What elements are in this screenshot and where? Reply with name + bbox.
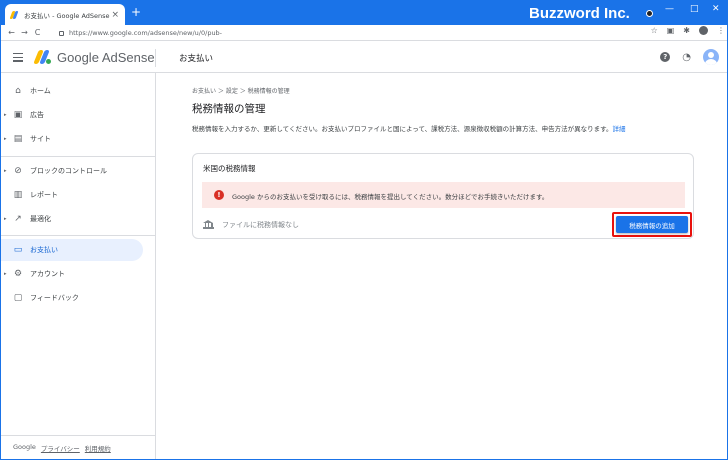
forward-button[interactable]: → — [18, 28, 31, 37]
tab-bar: お支払い - Google AdSense × + Buzzword Inc. … — [1, 1, 727, 25]
browser-tab[interactable]: お支払い - Google AdSense × — [5, 4, 125, 25]
url-field[interactable]: https://www.google.com/adsense/new/u/0/p… — [59, 27, 659, 39]
expand-arrow-icon: ▸ — [4, 112, 7, 118]
breadcrumb[interactable]: お支払い ＞ 設定 ＞ 税務情報の管理 — [192, 86, 290, 95]
add-tax-info-button[interactable]: 税務情報の追加 — [616, 216, 688, 233]
app-name: Google AdSense — [57, 50, 155, 65]
sidebar-divider — [1, 235, 156, 236]
menu-icon[interactable] — [13, 53, 23, 64]
sidebar-item-account[interactable]: ▸ ⚙ アカウント — [1, 263, 143, 285]
tax-info-card: 米国の税務情報 ! Google からのお支払いを受け取るには、税務情報を提出し… — [192, 153, 694, 239]
sidebar-item-block-controls[interactable]: ▸ ⊘ ブロックのコントロール — [1, 160, 143, 182]
learn-more-link[interactable]: 詳細 — [613, 125, 626, 133]
back-button[interactable]: ← — [5, 28, 18, 37]
browser-menu-icon[interactable]: ⋮ — [717, 26, 725, 35]
sidebar-item-label: アカウント — [30, 270, 65, 278]
expand-arrow-icon: ▸ — [4, 168, 7, 174]
bank-icon — [203, 220, 214, 229]
sidebar-item-label: レポート — [30, 191, 58, 199]
optimize-icon: ↗ — [14, 214, 22, 224]
sidebar: ⌂ ホーム ▸ ▣ 広告 ▸ ▤ サイト ▸ ⊘ ブロックのコントロール ▥ レ… — [1, 73, 156, 459]
maximize-button[interactable]: □ — [690, 4, 699, 14]
sidebar-item-label: ブロックのコントロール — [30, 167, 107, 175]
header-divider — [155, 49, 156, 67]
no-tax-file-text: ファイルに税務情報なし — [222, 221, 299, 229]
app-header: Google AdSense お支払い ? ◔ — [1, 41, 727, 73]
terms-link[interactable]: 利用規約 — [85, 443, 111, 453]
extension-icon[interactable]: ▣ — [667, 26, 675, 35]
adsense-favicon-icon — [9, 10, 19, 19]
adsense-logo-icon — [33, 50, 51, 64]
sidebar-item-label: サイト — [30, 135, 51, 143]
account-gear-icon: ⚙ — [13, 269, 23, 279]
ads-icon: ▣ — [13, 110, 23, 120]
page-description: 税務情報を入力するか、更新してください。お支払いプロファイルと国によって、課税方… — [192, 125, 692, 134]
lock-icon — [59, 30, 64, 36]
header-actions: ? ◔ — [660, 49, 719, 65]
sites-icon: ▤ — [13, 134, 23, 144]
sidebar-item-label: 広告 — [30, 111, 44, 119]
close-window-button[interactable]: ✕ — [712, 4, 720, 14]
minimize-button[interactable]: — — [665, 4, 674, 14]
alert-text: Google からのお支払いを受け取るには、税務情報を提出してください。数分ほど… — [232, 193, 549, 201]
payments-icon: ▭ — [13, 245, 23, 255]
main-content: お支払い ＞ 設定 ＞ 税務情報の管理 税務情報の管理 税務情報を入力するか、更… — [157, 73, 727, 459]
help-icon[interactable]: ? — [660, 52, 671, 62]
description-text: 税務情報を入力するか、更新してください。お支払いプロファイルと国によって、課税方… — [192, 125, 613, 133]
tab-title: お支払い - Google AdSense — [24, 11, 110, 20]
home-icon: ⌂ — [15, 86, 21, 96]
star-icon[interactable]: ☆ — [651, 26, 658, 35]
expand-arrow-icon: ▸ — [4, 136, 7, 142]
report-icon: ▥ — [13, 190, 23, 200]
address-bar: ← → C https://www.google.com/adsense/new… — [1, 25, 727, 41]
error-icon: ! — [214, 190, 224, 200]
notifications-icon[interactable]: ◔ — [682, 52, 691, 63]
sidebar-item-feedback[interactable]: ▢ フィードバック — [1, 287, 143, 309]
sidebar-item-label: お支払い — [30, 246, 58, 254]
feedback-icon: ▢ — [13, 293, 23, 303]
sidebar-divider — [1, 156, 156, 157]
watermark-text: Buzzword Inc. — [529, 5, 630, 22]
tab-close-icon[interactable]: × — [111, 10, 119, 20]
new-tab-button[interactable]: + — [131, 6, 141, 18]
card-title: 米国の税務情報 — [203, 164, 256, 173]
sidebar-item-sites[interactable]: ▸ ▤ サイト — [1, 128, 143, 150]
sidebar-item-reports[interactable]: ▥ レポート — [1, 184, 143, 206]
url-text: https://www.google.com/adsense/new/u/0/p… — [69, 29, 223, 37]
footer-google: Google — [13, 443, 36, 451]
sidebar-item-ads[interactable]: ▸ ▣ 広告 — [1, 104, 143, 126]
tax-alert-banner: ! Google からのお支払いを受け取るには、税務情報を提出してください。数分… — [202, 182, 685, 208]
sidebar-item-optimization[interactable]: ▸ ↗ 最適化 — [1, 208, 143, 230]
sidebar-item-label: ホーム — [30, 87, 51, 95]
puzzle-icon[interactable]: ✱ — [683, 26, 690, 35]
sidebar-item-payments[interactable]: ▭ お支払い — [1, 239, 143, 261]
browser-window: お支払い - Google AdSense × + Buzzword Inc. … — [0, 0, 728, 460]
browser-profile-icon[interactable] — [699, 26, 708, 35]
sidebar-footer: Google プライバシー 利用規約 — [13, 443, 111, 453]
reload-button[interactable]: C — [31, 28, 44, 37]
sidebar-item-label: 最適化 — [30, 215, 51, 223]
sidebar-item-home[interactable]: ⌂ ホーム — [1, 80, 143, 102]
sidebar-footer-divider — [1, 435, 156, 436]
expand-arrow-icon: ▸ — [4, 271, 7, 277]
expand-arrow-icon: ▸ — [4, 216, 7, 222]
privacy-link[interactable]: プライバシー — [41, 443, 80, 453]
browser-toolbar-right: ☆ ▣ ✱ ⋮ — [651, 26, 725, 35]
sidebar-item-label: フィードバック — [30, 294, 79, 302]
block-icon: ⊘ — [14, 166, 22, 176]
page-title: 税務情報の管理 — [192, 103, 266, 115]
header-page-title: お支払い — [179, 54, 214, 64]
account-avatar[interactable] — [703, 49, 719, 65]
record-icon — [646, 10, 653, 17]
